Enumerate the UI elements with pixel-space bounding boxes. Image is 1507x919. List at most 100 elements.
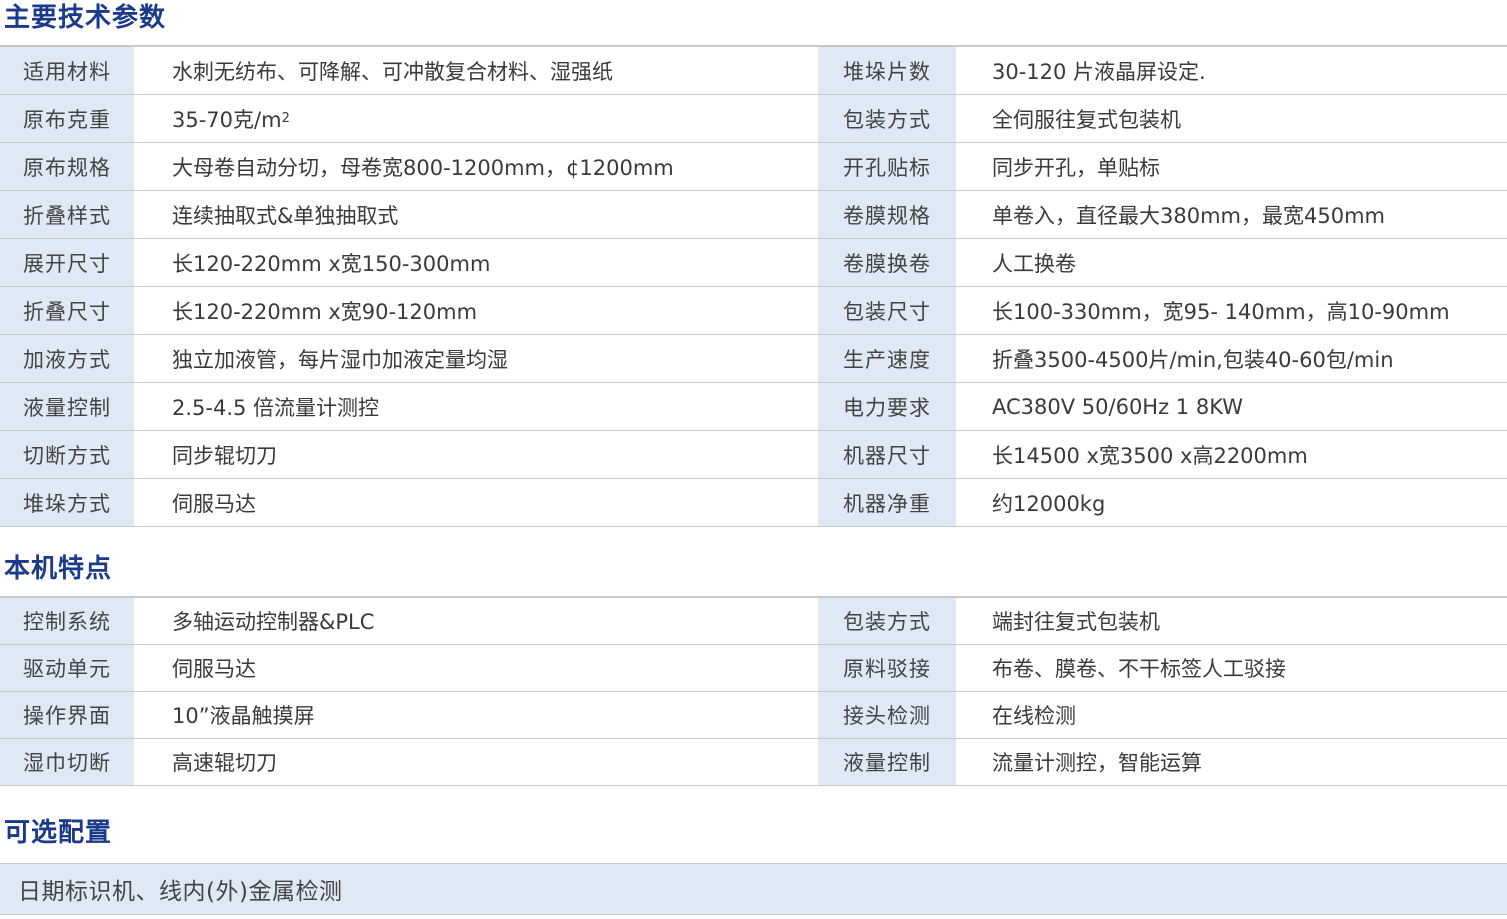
left-label: 堆垛方式 [0,479,134,526]
right-value-text: 折叠3500-4500片/min,包装40-60包/min [992,347,1394,372]
right-value: 全伺服往复式包装机 [956,95,1507,142]
superscript: 2 [281,111,290,126]
left-label: 原布克重 [0,95,134,142]
right-label-text: 原料驳接 [843,657,931,681]
left-value: 伺服马达 [134,645,818,691]
right-value: 人工换卷 [956,239,1507,286]
right-label-text: 开孔贴标 [843,155,931,180]
right-label-text: 包装尺寸 [843,299,931,324]
right-label-text: 机器净重 [843,491,931,516]
right-label: 液量控制 [818,739,956,785]
left-value-text: 长120-220mm x宽150-300mm [172,251,491,276]
features-table: 控制系统 多轴运动控制器&PLC 包装方式 端封往复式包装机驱动单元 伺服马达 原料驳接 布… [0,596,1507,786]
left-value: 高速辊切刀 [134,739,818,785]
left-value-text: 伺服马达 [172,657,256,681]
left-label-text: 操作界面 [23,704,111,728]
left-value: 长120-220mm x宽90-120mm [134,287,818,334]
right-value-text: 全伺服往复式包装机 [992,107,1181,132]
right-label-text: 卷膜换卷 [843,251,931,276]
left-value: 35-70克/m 2 [134,95,818,142]
left-value: 水刺无纺布、可降解、可冲散复合材料、湿强纸 [134,47,818,94]
left-label-text: 液量控制 [23,395,111,420]
right-label: 电力要求 [818,383,956,430]
left-value-text: 水刺无纺布、可降解、可冲散复合材料、湿强纸 [172,59,613,84]
table-row: 原布规格 大母卷自动分切，母卷宽800-1200mm，¢1200mm 开孔贴标 同步开… [0,143,1507,191]
left-value-text: 连续抽取式&单独抽取式 [172,203,399,228]
left-label: 湿巾切断 [0,739,134,785]
right-label: 卷膜规格 [818,191,956,238]
left-label-text: 原布规格 [23,155,111,180]
left-value-text: 伺服马达 [172,491,256,516]
right-value: 30-120 片液晶屏设定. [956,47,1507,94]
left-value: 10”液晶触摸屏 [134,692,818,738]
right-value: AC380V 50/60Hz 1 8KW [956,383,1507,430]
table-row: 折叠尺寸 长120-220mm x宽90-120mm 包装尺寸 长100-330mm，… [0,287,1507,335]
left-label-text: 折叠尺寸 [23,299,111,324]
right-label: 生产速度 [818,335,956,382]
left-value-text: 独立加液管，每片湿巾加液定量均湿 [172,347,508,372]
table-row: 加液方式 独立加液管，每片湿巾加液定量均湿 生产速度 折叠3500-4500片/min… [0,335,1507,383]
right-label: 包装方式 [818,598,956,644]
right-value: 长100-330mm，宽95- 140mm，高10-90mm [956,287,1507,334]
left-label-text: 加液方式 [23,347,111,372]
right-value-text: 同步开孔，单贴标 [992,155,1160,180]
right-label-text: 卷膜规格 [843,203,931,228]
right-value-text: 约12000kg [992,491,1106,516]
left-label-text: 切断方式 [23,443,111,468]
right-value-text: 人工换卷 [992,251,1076,276]
right-label: 原料驳接 [818,645,956,691]
table-row: 切断方式 同步辊切刀 机器尺寸 长14500 x宽3500 x高2200mm [0,431,1507,479]
optional-title: 可选配置 [4,818,113,848]
left-label-text: 驱动单元 [23,657,111,681]
right-value-text: 30-120 片液晶屏设定. [992,59,1206,84]
optional-config: 日期标识机、线内(外)金属检测 [0,863,1507,915]
right-label-text: 包装方式 [843,107,931,132]
right-label-text: 机器尺寸 [843,443,931,468]
left-label-text: 堆垛方式 [23,491,111,516]
right-label-text: 电力要求 [843,395,931,420]
table-row: 原布克重 35-70克/m 2 包装方式 全伺服往复式包装机 [0,95,1507,143]
left-value-text: 大母卷自动分切，母卷宽800-1200mm，¢1200mm [172,155,674,180]
right-value: 端封往复式包装机 [956,598,1507,644]
specs-title: 主要技术参数 [4,3,167,33]
right-value: 流量计测控，智能运算 [956,739,1507,785]
table-row: 展开尺寸 长120-220mm x宽150-300mm 卷膜换卷 人工换卷 [0,239,1507,287]
right-label-text: 生产速度 [843,347,931,372]
left-value-text: 长120-220mm x宽90-120mm [172,299,478,324]
left-value-text: 2.5-4.5 倍流量计测控 [172,395,380,420]
right-value: 折叠3500-4500片/min,包装40-60包/min [956,335,1507,382]
right-label: 机器净重 [818,479,956,526]
left-value-text: 10”液晶触摸屏 [172,704,315,728]
right-value-text: 在线检测 [992,704,1076,728]
left-label: 展开尺寸 [0,239,134,286]
right-value: 布卷、膜卷、不干标签人工驳接 [956,645,1507,691]
table-row: 堆垛方式 伺服马达 机器净重 约12000kg [0,479,1507,527]
left-label: 折叠样式 [0,191,134,238]
left-value: 长120-220mm x宽150-300mm [134,239,818,286]
right-label-text: 堆垛片数 [843,59,931,84]
left-label-text: 原布克重 [23,107,111,132]
right-value: 长14500 x宽3500 x高2200mm [956,431,1507,478]
right-label: 包装尺寸 [818,287,956,334]
right-value-text: 端封往复式包装机 [992,610,1160,634]
table-row: 适用材料 水刺无纺布、可降解、可冲散复合材料、湿强纸 堆垛片数 30-120 片液晶屏… [0,47,1507,95]
left-label: 驱动单元 [0,645,134,691]
right-label: 卷膜换卷 [818,239,956,286]
right-label: 机器尺寸 [818,431,956,478]
right-label: 堆垛片数 [818,47,956,94]
table-row: 驱动单元 伺服马达 原料驳接 布卷、膜卷、不干标签人工驳接 [0,645,1507,692]
right-label: 开孔贴标 [818,143,956,190]
left-value: 连续抽取式&单独抽取式 [134,191,818,238]
left-label: 操作界面 [0,692,134,738]
left-value: 独立加液管，每片湿巾加液定量均湿 [134,335,818,382]
right-value-text: AC380V 50/60Hz 1 8KW [992,394,1243,419]
left-value: 多轴运动控制器&PLC [134,598,818,644]
left-value: 2.5-4.5 倍流量计测控 [134,383,818,430]
table-row: 液量控制 2.5-4.5 倍流量计测控 电力要求 AC380V 50/60Hz 1 8… [0,383,1507,431]
table-row: 湿巾切断 高速辊切刀 液量控制 流量计测控，智能运算 [0,739,1507,786]
left-label-text: 控制系统 [23,610,111,634]
right-value-text: 单卷入，直径最大380mm，最宽450mm [992,203,1385,228]
left-label: 加液方式 [0,335,134,382]
right-label: 接头检测 [818,692,956,738]
specs-table: 适用材料 水刺无纺布、可降解、可冲散复合材料、湿强纸 堆垛片数 30-120 片液晶屏… [0,45,1507,527]
